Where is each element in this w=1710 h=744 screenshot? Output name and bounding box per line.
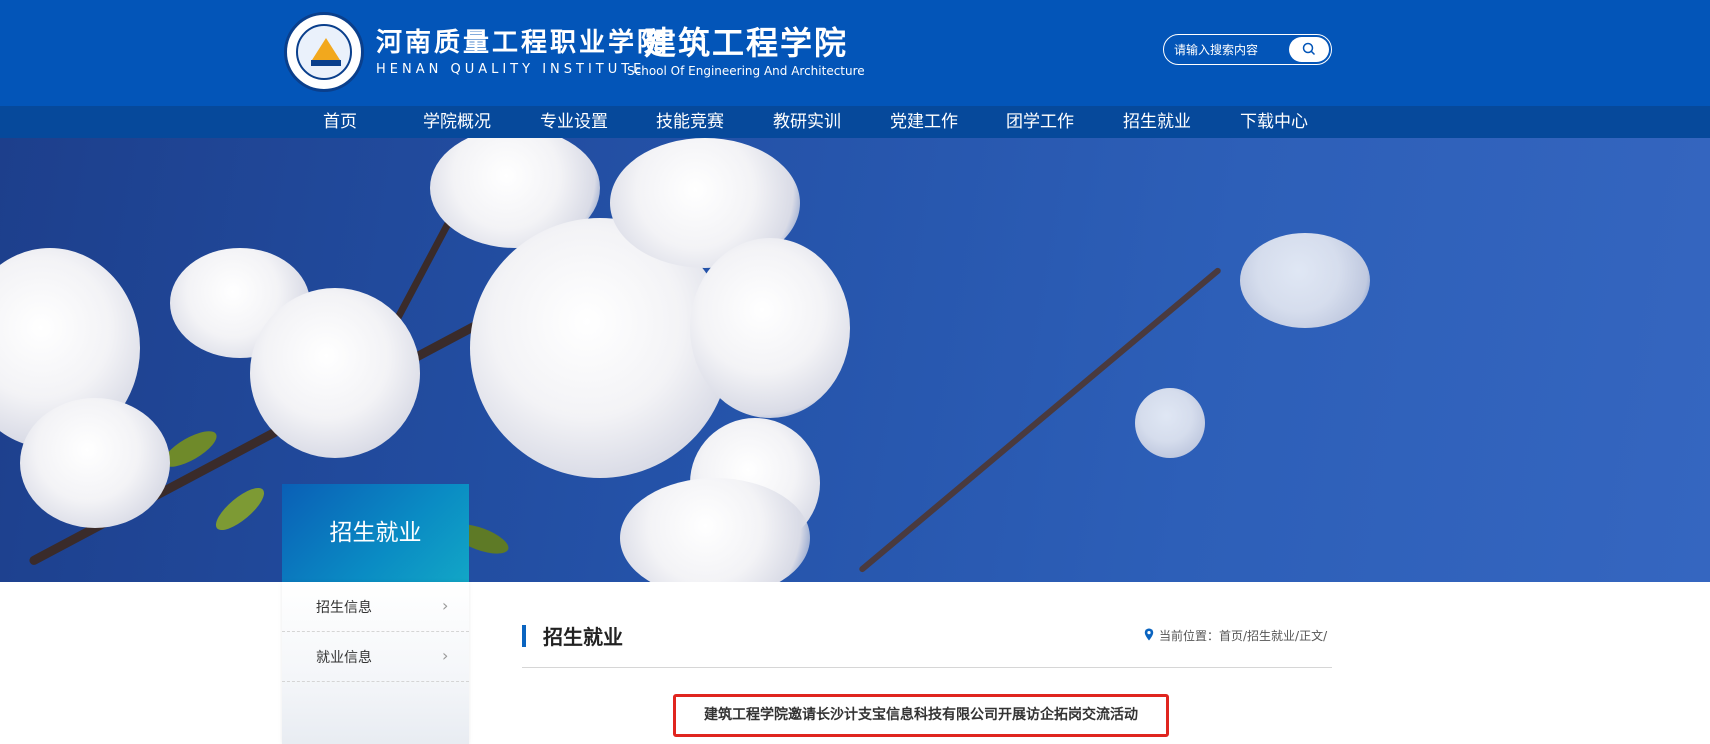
section-divider — [522, 667, 1332, 668]
school-name-cn: 河南质量工程职业学院 — [376, 28, 667, 58]
breadcrumb-text: 当前位置：首页/招生就业/正文/ — [1159, 629, 1328, 643]
search-input[interactable] — [1174, 40, 1292, 60]
sidebar-item-admissions-info[interactable]: 招生信息 › — [282, 582, 469, 632]
nav-item-party[interactable]: 党建工作 — [890, 106, 958, 138]
school-seal-icon — [284, 12, 364, 92]
nav-item-home[interactable]: 首页 — [323, 106, 357, 138]
article-title: 建筑工程学院邀请长沙计支宝信息科技有限公司开展访企拓岗交流活动 — [673, 694, 1169, 737]
sidebar-item-employment-info[interactable]: 就业信息 › — [282, 632, 469, 682]
section-title: 招生就业 — [543, 625, 623, 649]
section-title-accent — [522, 625, 526, 647]
site-logo[interactable]: 河南质量工程职业学院 HENAN QUALITY INSTITUTE 建筑工程学… — [284, 10, 865, 92]
chevron-right-icon: › — [442, 646, 449, 665]
nav-item-youth[interactable]: 团学工作 — [1006, 106, 1074, 138]
sidebar-menu: 招生信息 › 就业信息 › — [282, 582, 469, 744]
college-name-cn: 建筑工程学院 — [644, 24, 849, 62]
sidebar-title: 招生就业 — [282, 484, 469, 582]
nav-item-competitions[interactable]: 技能竞赛 — [656, 106, 724, 138]
sidebar-item-label: 就业信息 — [316, 650, 372, 666]
main-nav: 首页 学院概况 专业设置 技能竞赛 教研实训 党建工作 团学工作 招生就业 下载… — [0, 106, 1710, 138]
hero-banner — [0, 138, 1710, 582]
sidebar-item-label: 招生信息 — [316, 600, 372, 616]
nav-item-majors[interactable]: 专业设置 — [540, 106, 608, 138]
location-pin-icon — [1144, 628, 1154, 641]
nav-item-downloads[interactable]: 下载中心 — [1240, 106, 1308, 138]
college-name-en: School Of Engineering And Architecture — [627, 64, 865, 78]
school-name-en: HENAN QUALITY INSTITUTE — [376, 62, 646, 77]
chevron-right-icon: › — [442, 596, 449, 615]
nav-item-teaching[interactable]: 教研实训 — [773, 106, 841, 138]
search-icon — [1302, 42, 1316, 56]
nav-item-admissions[interactable]: 招生就业 — [1123, 106, 1191, 138]
search-box — [1163, 34, 1332, 65]
search-button[interactable] — [1289, 37, 1329, 62]
nav-item-overview[interactable]: 学院概况 — [423, 106, 491, 138]
site-header: 河南质量工程职业学院 HENAN QUALITY INSTITUTE 建筑工程学… — [0, 0, 1710, 106]
